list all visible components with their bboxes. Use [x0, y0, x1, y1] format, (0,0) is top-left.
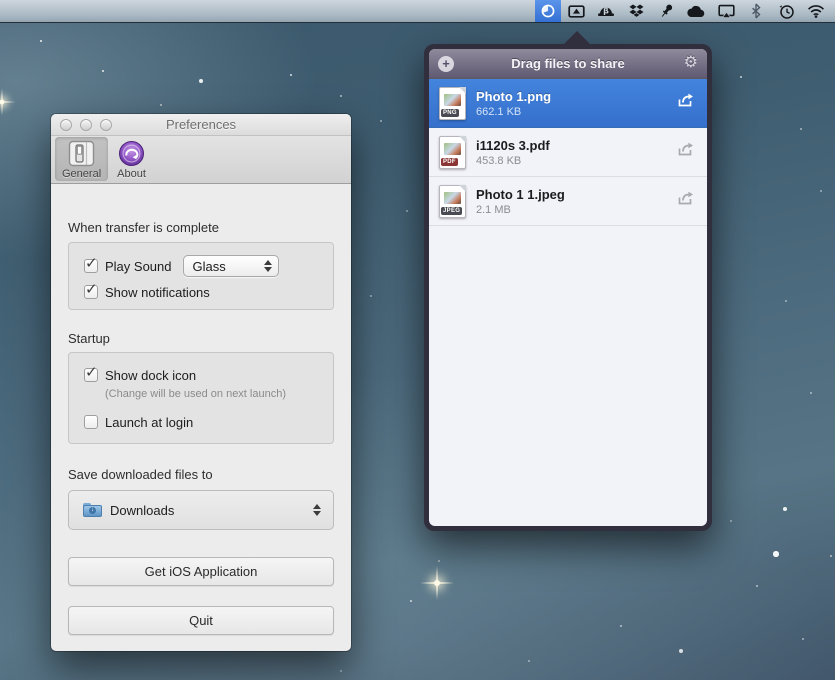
file-type-badge: PDF: [441, 158, 458, 166]
save-folder-select[interactable]: ↓ Downloads: [68, 490, 334, 530]
file-row[interactable]: PNG Photo 1.png 662.1 KB: [429, 79, 707, 128]
add-file-button[interactable]: +: [438, 56, 454, 72]
startup-groupbox: ✓ Show dock icon (Change will be used on…: [68, 352, 334, 444]
starfield: [40, 40, 42, 42]
traffic-lights: [60, 119, 112, 131]
file-size: 662.1 KB: [476, 106, 666, 118]
menu-bar: β: [0, 0, 835, 23]
beta-hat-icon[interactable]: β: [591, 0, 621, 22]
dropbox-icon[interactable]: [621, 0, 651, 22]
sound-select-value: Glass: [193, 259, 226, 274]
light-switch-icon: [68, 140, 95, 167]
minimize-button[interactable]: [80, 119, 92, 131]
app-timer-icon[interactable]: [535, 0, 561, 22]
file-type-badge: PNG: [441, 109, 459, 117]
share-popover: + Drag files to share ⚙ PNG Photo 1.png …: [424, 44, 712, 531]
about-app-icon: [118, 140, 145, 167]
popup-arrows-icon: [264, 260, 272, 272]
select-arrows-icon: [313, 504, 321, 516]
file-name: Photo 1.png: [476, 89, 666, 104]
downloads-folder-icon: ↓: [83, 503, 102, 517]
popover-header: + Drag files to share ⚙: [429, 49, 707, 79]
share-file-button[interactable]: [676, 191, 695, 211]
file-size: 453.8 KB: [476, 155, 666, 167]
launch-at-login-label: Launch at login: [105, 415, 193, 430]
zoom-button[interactable]: [100, 119, 112, 131]
pushpin-icon[interactable]: [651, 0, 681, 22]
cloud-icon[interactable]: [681, 0, 711, 22]
show-dock-icon-label: Show dock icon: [105, 368, 196, 383]
startup-section-heading: Startup: [68, 331, 110, 346]
save-folder-value: Downloads: [110, 503, 313, 518]
get-ios-application-button[interactable]: Get iOS Application: [68, 557, 334, 586]
launch-at-login-checkbox[interactable]: ✓: [84, 415, 98, 429]
file-name: i1120s 3.pdf: [476, 138, 666, 153]
file-size: 2.1 MB: [476, 204, 666, 216]
popover-arrow: [563, 31, 591, 45]
svg-text:β: β: [603, 6, 609, 15]
save-section-heading: Save downloaded files to: [68, 467, 213, 482]
show-dock-icon-checkbox[interactable]: ✓: [84, 368, 98, 382]
close-button[interactable]: [60, 119, 72, 131]
file-list: PNG Photo 1.png 662.1 KB PDF i1120s 3.pd…: [429, 79, 707, 526]
share-file-button[interactable]: [676, 142, 695, 162]
file-name: Photo 1 1.jpeg: [476, 187, 666, 202]
preferences-titlebar[interactable]: Preferences: [51, 114, 351, 136]
file-row[interactable]: JPEG Photo 1 1.jpeg 2.1 MB: [429, 177, 707, 226]
menu-extras: β: [535, 0, 835, 22]
bluetooth-icon[interactable]: [741, 0, 771, 22]
display-capture-icon[interactable]: [561, 0, 591, 22]
tab-about-label: About: [117, 168, 146, 180]
sound-select[interactable]: Glass: [183, 255, 279, 277]
wifi-icon[interactable]: [801, 0, 831, 22]
play-sound-label: Play Sound: [105, 259, 172, 274]
time-machine-icon[interactable]: [771, 0, 801, 22]
tab-about[interactable]: About: [110, 137, 153, 181]
transfer-groupbox: ✓ Play Sound Glass ✓ Show notifications: [68, 242, 334, 310]
file-type-icon: PDF: [439, 136, 466, 169]
show-notifications-checkbox[interactable]: ✓: [84, 285, 98, 299]
show-notifications-label: Show notifications: [105, 285, 210, 300]
file-type-icon: JPEG: [439, 185, 466, 218]
quit-button[interactable]: Quit: [68, 606, 334, 635]
tab-general-label: General: [62, 168, 101, 180]
popover-title: Drag files to share: [511, 56, 624, 71]
preferences-window: Preferences General: [51, 114, 351, 651]
gear-icon[interactable]: ⚙: [684, 52, 698, 72]
transfer-section-heading: When transfer is complete: [68, 220, 219, 235]
preferences-toolbar: General About: [51, 136, 351, 184]
dock-icon-note: (Change will be used on next launch): [105, 388, 318, 400]
play-sound-checkbox[interactable]: ✓: [84, 259, 98, 273]
file-type-icon: PNG: [439, 87, 466, 120]
airplay-icon[interactable]: [711, 0, 741, 22]
share-file-button[interactable]: [676, 93, 695, 113]
file-row[interactable]: PDF i1120s 3.pdf 453.8 KB: [429, 128, 707, 177]
file-type-badge: JPEG: [441, 207, 462, 215]
tab-general[interactable]: General: [55, 137, 108, 181]
